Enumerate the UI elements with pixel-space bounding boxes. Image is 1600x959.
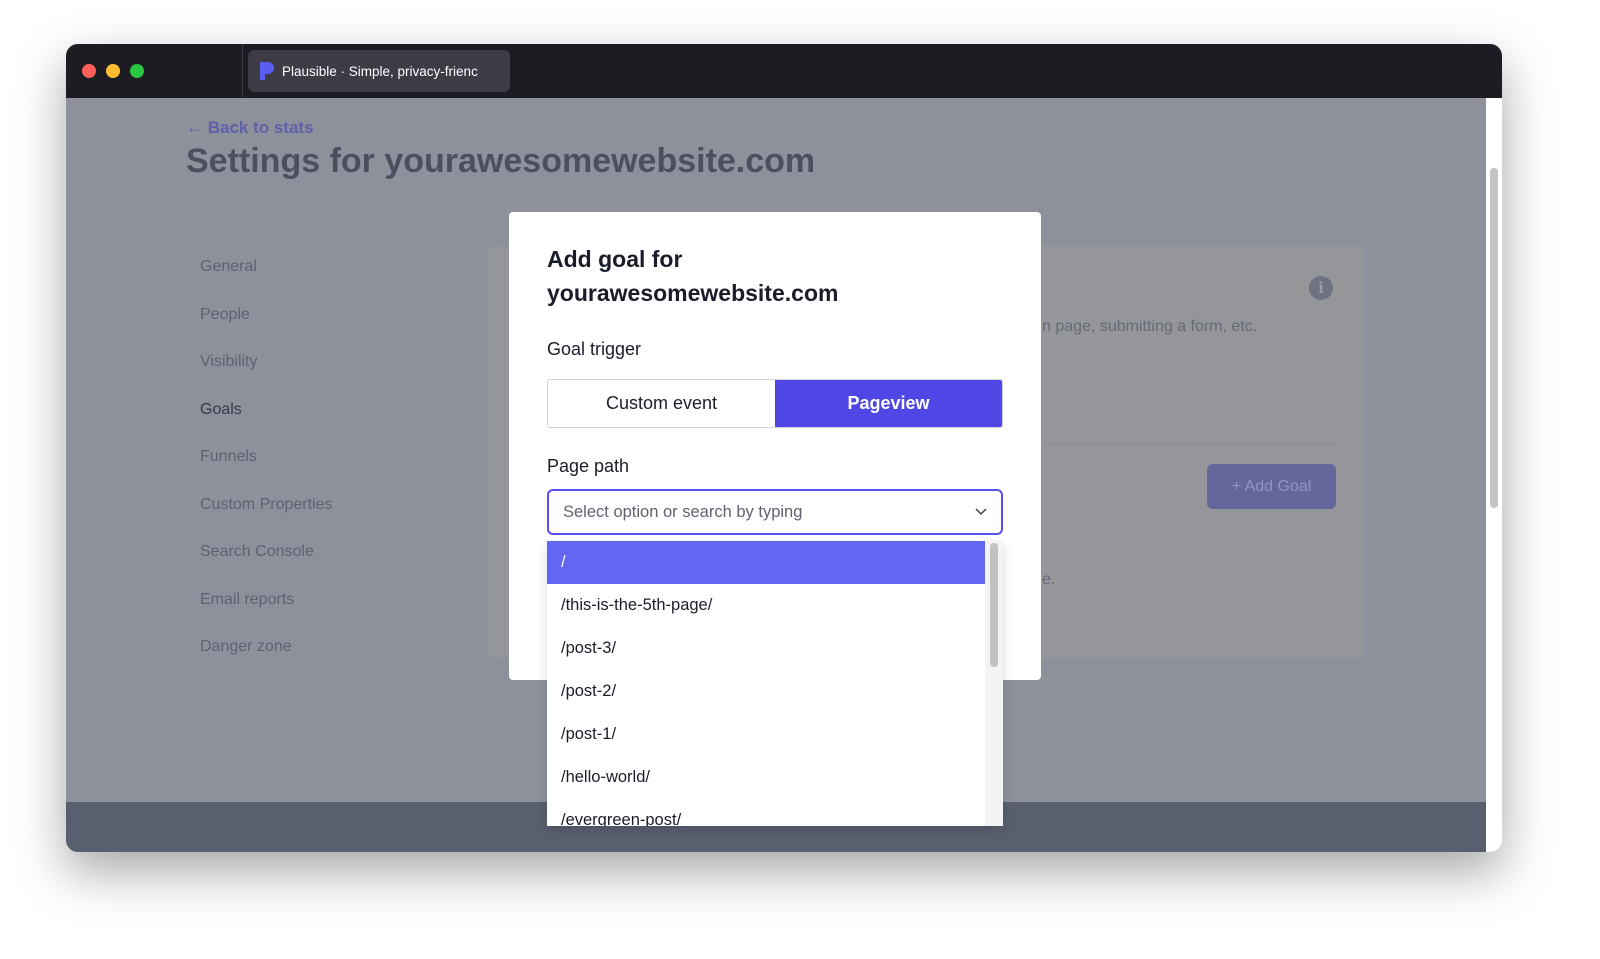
sidebar-item-goals[interactable]: Goals — [200, 401, 333, 449]
list-item[interactable]: /post-2/ — [547, 670, 985, 713]
goal-trigger-label: Goal trigger — [547, 339, 642, 359]
sidebar-item-custom-properties[interactable]: Custom Properties — [200, 496, 333, 544]
maximize-window-button[interactable] — [130, 64, 144, 78]
page-path-label: Page path — [547, 456, 630, 476]
sidebar-item-search-console[interactable]: Search Console — [200, 543, 333, 591]
add-goal-button[interactable]: + Add Goal — [1207, 464, 1336, 509]
modal-title-line1: Add goal for — [547, 246, 683, 272]
browser-tab[interactable]: Plausible · Simple, privacy-frienc — [248, 50, 510, 92]
page-content: ← Back to stats Settings for yourawesome… — [66, 98, 1486, 852]
sidebar-item-danger-zone[interactable]: Danger zone — [200, 638, 333, 686]
list-item[interactable]: /evergreen-post/ — [547, 799, 985, 826]
page-path-dropdown: / /this-is-the-5th-page/ /post-3/ /post-… — [547, 541, 1003, 826]
dropdown-scrollbar[interactable] — [985, 541, 1003, 826]
page-path-select[interactable]: Select option or search by typing — [547, 489, 1003, 535]
sidebar-item-visibility[interactable]: Visibility — [200, 353, 333, 401]
scrollbar-thumb[interactable] — [990, 543, 998, 667]
sidebar-item-people[interactable]: People — [200, 306, 333, 354]
divider — [1042, 444, 1336, 445]
info-icon[interactable]: i — [1309, 276, 1333, 300]
list-item[interactable]: /this-is-the-5th-page/ — [547, 584, 985, 627]
sidebar-item-general[interactable]: General — [200, 258, 333, 306]
goal-trigger-toggle: Custom event Pageview — [547, 379, 1003, 428]
browser-window: Plausible · Simple, privacy-frienc ← Bac… — [66, 44, 1502, 852]
page-scrollbar[interactable] — [1486, 98, 1502, 852]
back-to-stats-link[interactable]: ← Back to stats — [186, 118, 314, 138]
list-item[interactable]: / — [547, 541, 985, 584]
modal-title: Add goal for yourawesomewebsite.com — [547, 242, 838, 310]
title-bar: Plausible · Simple, privacy-frienc — [66, 44, 1502, 98]
pageview-option[interactable]: Pageview — [775, 380, 1002, 427]
plausible-logo-icon — [260, 62, 274, 80]
sidebar-item-funnels[interactable]: Funnels — [200, 448, 333, 496]
page-title: Settings for yourawesomewebsite.com — [186, 142, 816, 180]
tab-title: Plausible · Simple, privacy-frienc — [282, 63, 478, 79]
list-item[interactable]: /hello-world/ — [547, 756, 985, 799]
chevron-down-icon — [975, 508, 987, 516]
goals-note: e. — [1042, 571, 1056, 588]
custom-event-option[interactable]: Custom event — [548, 380, 775, 427]
divider — [242, 44, 243, 98]
goals-description: n page, submitting a form, etc. — [1042, 318, 1258, 335]
scrollbar-thumb[interactable] — [1490, 168, 1498, 508]
sidebar-item-email-reports[interactable]: Email reports — [200, 591, 333, 639]
list-item[interactable]: /post-1/ — [547, 713, 985, 756]
page-path-placeholder: Select option or search by typing — [563, 502, 803, 521]
modal-title-line2: yourawesomewebsite.com — [547, 280, 839, 306]
close-window-button[interactable] — [82, 64, 96, 78]
settings-sidebar: General People Visibility Goals Funnels … — [200, 258, 333, 686]
minimize-window-button[interactable] — [106, 64, 120, 78]
list-item[interactable]: /post-3/ — [547, 627, 985, 670]
